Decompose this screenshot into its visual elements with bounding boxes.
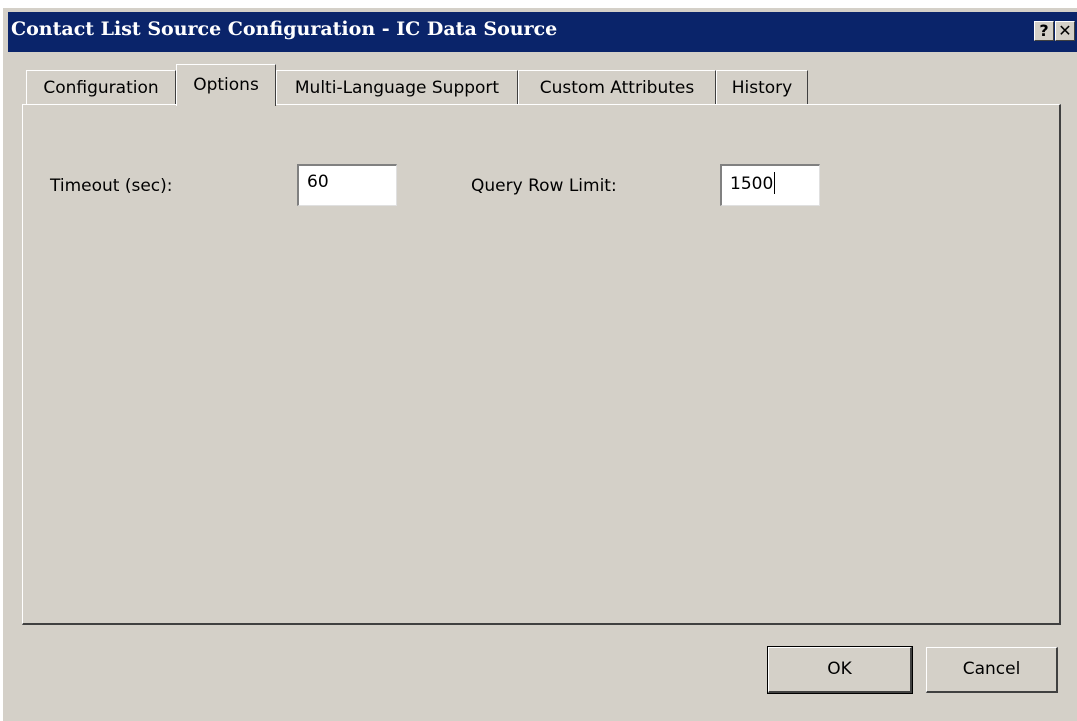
help-icon[interactable]: ? [1034,21,1054,41]
tab-history[interactable]: History [716,70,808,104]
close-icon[interactable]: ✕ [1055,21,1075,41]
query-row-limit-label: Query Row Limit: [471,176,617,196]
tab-configuration[interactable]: Configuration [26,70,176,104]
timeout-label: Timeout (sec): [50,176,173,196]
tab-multi-language-support[interactable]: Multi-Language Support [276,70,518,104]
cancel-button[interactable]: Cancel [926,647,1058,693]
ok-button[interactable]: OK [767,646,913,694]
tab-options[interactable]: Options [176,64,276,106]
window-title: Contact List Source Configuration - IC D… [11,18,558,40]
title-bar[interactable]: Contact List Source Configuration - IC D… [8,12,1077,52]
query-row-limit-input[interactable]: 1500 [720,164,820,206]
options-panel: Timeout (sec): 60 Query Row Limit: 1500 [22,104,1061,625]
text-caret [774,172,776,194]
tab-custom-attributes[interactable]: Custom Attributes [518,70,716,104]
timeout-input[interactable]: 60 [297,164,397,206]
